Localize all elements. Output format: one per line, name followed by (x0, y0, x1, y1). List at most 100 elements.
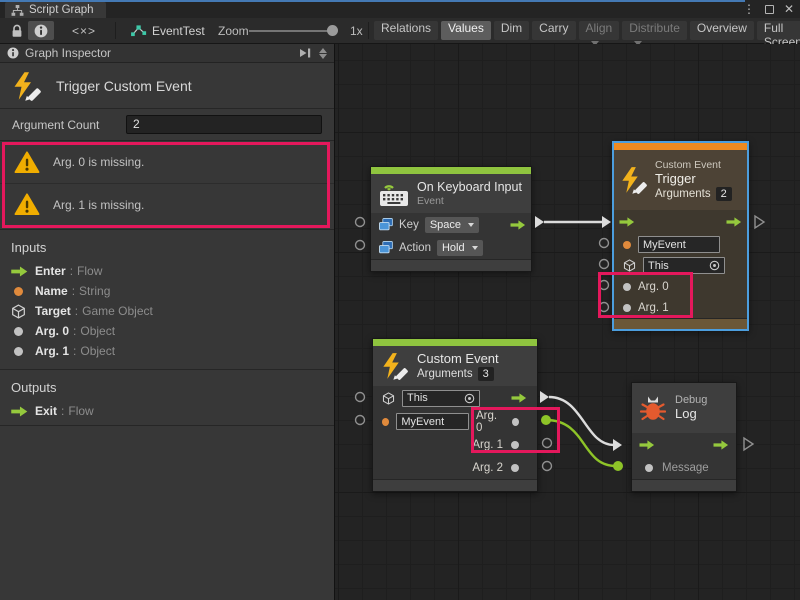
port-circle[interactable] (356, 393, 365, 402)
node-title: Custom Event (417, 351, 499, 367)
port-circle[interactable] (600, 260, 609, 269)
flow-row (614, 210, 747, 234)
port-circle[interactable] (600, 303, 609, 312)
toolbar-divider (115, 22, 116, 39)
target-row: This (373, 386, 537, 410)
port-circle[interactable] (543, 439, 552, 448)
port-name: Name (35, 284, 68, 298)
node-trigger-custom-event[interactable]: Custom Event Trigger Arguments 2 MyEvent (612, 141, 749, 331)
inputs-header: Inputs (0, 236, 334, 261)
action-dropdown[interactable]: Hold (437, 240, 483, 256)
arg1-label: Arg. 1 (638, 302, 669, 314)
code-preview-button[interactable]: <×> (62, 18, 106, 43)
overview-button[interactable]: Overview (690, 21, 754, 40)
graph-name: EventTest (152, 24, 205, 38)
values-button[interactable]: Values (441, 21, 491, 40)
script-graph-icon (11, 5, 24, 16)
zoom-slider[interactable] (249, 18, 341, 43)
action-value: Hold (442, 242, 465, 254)
node-color-strip (614, 143, 747, 150)
object-port-icon (623, 304, 631, 312)
lock-button[interactable] (4, 18, 30, 43)
message-label: Message (662, 462, 709, 474)
port-circle[interactable] (356, 416, 365, 425)
cube-icon (382, 392, 395, 405)
node-category: Debug (675, 394, 707, 406)
relations-button[interactable]: Relations (374, 21, 438, 40)
cube-icon (11, 304, 26, 319)
graph-inspector-panel: Graph Inspector Trigger Custom Event Arg… (0, 44, 335, 600)
input-row-arg1: Arg. 1 : Object (0, 341, 334, 361)
object-picker-icon[interactable] (709, 260, 720, 271)
align-button[interactable]: Align (579, 21, 620, 40)
flow-out-port[interactable] (726, 217, 742, 227)
port-triangle[interactable] (755, 216, 764, 228)
port-circle[interactable] (356, 241, 365, 250)
argument-count-input[interactable]: 2 (126, 115, 322, 134)
arg1-out-row: Arg. 1 (373, 433, 537, 456)
target-field[interactable]: This (402, 390, 480, 407)
info-icon (34, 24, 48, 38)
port-triangle[interactable] (744, 438, 753, 450)
flow-out-port[interactable] (510, 220, 526, 230)
connected-port-dot[interactable] (541, 415, 551, 425)
toolbar-divider (368, 22, 369, 39)
zoom-slider-track[interactable] (249, 30, 335, 32)
inspector-toggle-button[interactable] (28, 21, 54, 40)
port-circle[interactable] (543, 462, 552, 471)
key-value: Space (430, 219, 461, 231)
message-row: Message (632, 457, 736, 479)
wire-start-arrow (535, 216, 544, 228)
node-debug-log[interactable]: Debug Log Message (631, 382, 737, 492)
object-port-icon (512, 418, 519, 426)
node-on-keyboard-input[interactable]: On Keyboard Input Event Key Space Action… (370, 166, 532, 272)
graph-canvas[interactable]: On Keyboard Input Event Key Space Action… (335, 44, 800, 600)
separator: : (72, 284, 75, 298)
port-circle[interactable] (356, 218, 365, 227)
object-port-icon (511, 464, 519, 472)
carry-button[interactable]: Carry (532, 21, 575, 40)
connected-port-dot[interactable] (613, 461, 623, 471)
window-menu-button[interactable]: ⋮ (743, 0, 755, 18)
flow-out-port[interactable] (713, 440, 729, 450)
arguments-count[interactable]: 2 (716, 187, 732, 201)
fullscreen-button[interactable]: Full Screen (757, 21, 800, 40)
flow-in-port[interactable] (639, 440, 655, 450)
arguments-label: Arguments (417, 368, 473, 380)
maximize-icon[interactable] (765, 5, 774, 14)
port-circle[interactable] (600, 281, 609, 290)
literal-icon (379, 218, 393, 231)
flow-row (632, 433, 736, 457)
node-custom-event[interactable]: Custom Event Arguments 3 This MyEvent (372, 338, 538, 492)
warning-text: Arg. 0 is missing. (53, 155, 144, 169)
warning-icon (14, 193, 40, 216)
chevron-down-icon (472, 246, 478, 250)
dock-icon[interactable] (298, 47, 312, 59)
zoom-slider-knob[interactable] (327, 25, 338, 36)
node-title: Trigger (655, 171, 732, 187)
close-icon[interactable]: ✕ (784, 0, 794, 18)
port-circle[interactable] (600, 239, 609, 248)
distribute-button[interactable]: Distribute (622, 21, 687, 40)
inputs-section: Inputs Enter : Flow Name : String Target… (0, 229, 334, 365)
port-type: Object (80, 324, 115, 338)
flow-out-port[interactable] (511, 393, 527, 403)
target-field[interactable]: This (643, 257, 725, 274)
tab-script-graph[interactable]: Script Graph (5, 2, 106, 18)
wire-start-arrow (540, 391, 549, 403)
arguments-count[interactable]: 3 (478, 367, 494, 381)
event-name-field[interactable]: MyEvent (638, 236, 720, 253)
flow-in-port[interactable] (619, 217, 635, 227)
port-name: Arg. 1 (35, 344, 69, 358)
arg0-row: Arg. 0 (614, 276, 747, 297)
key-dropdown[interactable]: Space (425, 217, 479, 233)
panel-spinner[interactable] (319, 48, 327, 59)
argument-count-label: Argument Count (12, 118, 126, 132)
custom-event-icon (12, 71, 42, 101)
event-name-field[interactable]: MyEvent (396, 413, 469, 430)
breadcrumb[interactable]: EventTest (130, 18, 205, 43)
action-row: Action Hold (371, 236, 531, 259)
object-picker-icon[interactable] (464, 393, 475, 404)
arg1-row: Arg. 1 (614, 297, 747, 318)
dim-button[interactable]: Dim (494, 21, 529, 40)
